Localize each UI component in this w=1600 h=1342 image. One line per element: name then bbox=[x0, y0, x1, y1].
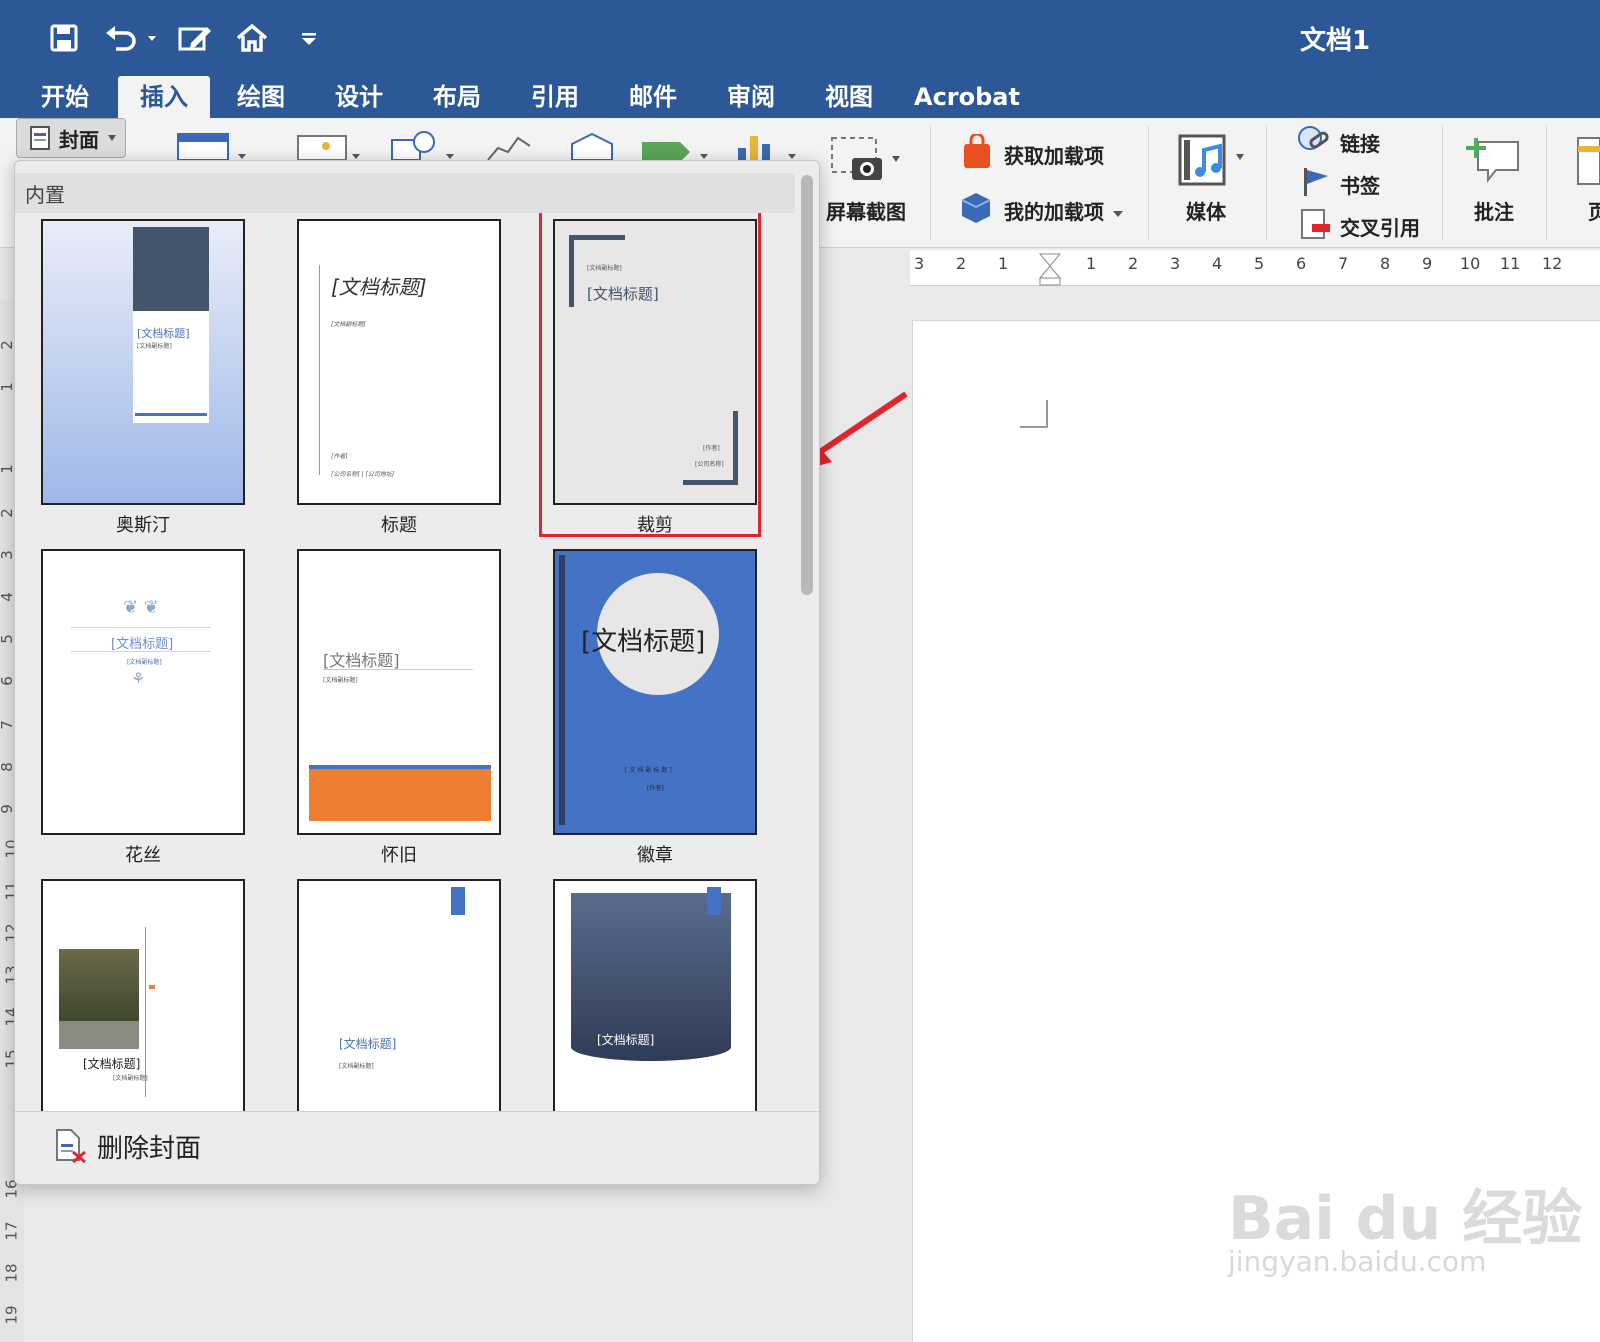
tab-design[interactable]: 设计 bbox=[324, 76, 394, 118]
page-number-icon[interactable] bbox=[1576, 136, 1600, 190]
screenshot-icon[interactable] bbox=[830, 136, 910, 190]
gallery-footer: 删除封面 bbox=[15, 1111, 819, 1184]
ribbon-tabs: 开始 插入 绘图 设计 布局 引用 邮件 审阅 视图 Acrobat bbox=[0, 72, 1600, 118]
cover-label-retrospect: 怀旧 bbox=[381, 845, 417, 866]
remove-cover-icon bbox=[56, 1129, 86, 1164]
cover-thumb-title[interactable]: [文档标题] [文档副标题] [作者] [公司名称] | [公司地址] bbox=[297, 219, 501, 505]
baidu-watermark-url: jingyan.baidu.com bbox=[1228, 1245, 1487, 1278]
comment-label[interactable]: 批注 bbox=[1474, 196, 1514, 225]
horizontal-ruler[interactable]: 3 2 1 1 2 3 4 5 6 7 8 9 10 11 12 bbox=[910, 250, 1600, 286]
cover-page-label: 封面 bbox=[59, 127, 99, 152]
cover-page-button[interactable]: 封面 bbox=[16, 118, 126, 158]
undo-icon[interactable] bbox=[100, 18, 160, 58]
media-icon[interactable] bbox=[1176, 132, 1256, 192]
page-number-label[interactable]: 页 bbox=[1588, 196, 1600, 225]
cover-page-gallery: 内置 [文档标题] [文档副标题] 奥斯汀 [文档标题] [文档副标题] [作者… bbox=[14, 160, 820, 1185]
save-icon[interactable] bbox=[44, 18, 84, 58]
remove-cover-page-button[interactable]: 删除封面 bbox=[53, 1124, 201, 1168]
store-bag-icon[interactable] bbox=[960, 132, 994, 174]
edit-document-icon[interactable] bbox=[174, 18, 216, 58]
baidu-watermark: Bai du 经验 bbox=[1228, 1184, 1583, 1254]
customize-toolbar-icon[interactable] bbox=[294, 18, 324, 58]
tab-acrobat[interactable]: Acrobat bbox=[912, 76, 1022, 118]
gallery-section-header: 内置 bbox=[15, 173, 795, 213]
bookmark-flag-icon[interactable] bbox=[1300, 166, 1332, 202]
home-icon[interactable] bbox=[232, 18, 272, 58]
cover-thumb-filigree[interactable]: ❦ ❦ [文档标题] [文档副标题] ⚘ bbox=[41, 549, 245, 835]
remove-cover-label: 删除封面 bbox=[97, 1133, 202, 1164]
tab-layout[interactable]: 布局 bbox=[422, 76, 492, 118]
my-addins-dropdown-icon[interactable] bbox=[1112, 204, 1124, 223]
tab-view[interactable]: 视图 bbox=[814, 76, 884, 118]
cover-thumb-retrospect[interactable]: [文档标题] [文档副标题] bbox=[297, 549, 501, 835]
cross-reference-label[interactable]: 交叉引用 bbox=[1340, 212, 1420, 241]
cover-label-badge: 徽章 bbox=[637, 845, 673, 866]
tab-review[interactable]: 审阅 bbox=[716, 76, 786, 118]
document-title: 文档1 bbox=[1300, 26, 1371, 56]
tab-references[interactable]: 引用 bbox=[520, 76, 590, 118]
my-addins-label[interactable]: 我的加载项 bbox=[1004, 196, 1104, 225]
selected-cover-highlight bbox=[539, 213, 761, 537]
cover-thumb-ion-light[interactable]: [文档标题] [文档副标题] bbox=[297, 879, 501, 1113]
comment-icon[interactable] bbox=[1466, 134, 1526, 190]
cover-thumb-ion-dark[interactable]: [文档标题] [文档副标题] bbox=[41, 879, 245, 1113]
cover-page-icon bbox=[30, 126, 50, 150]
link-icon[interactable] bbox=[1296, 124, 1332, 160]
cover-thumb-austin[interactable]: [文档标题] [文档副标题] bbox=[41, 219, 245, 505]
tab-draw[interactable]: 绘图 bbox=[226, 76, 296, 118]
gallery-section-title: 内置 bbox=[25, 183, 65, 207]
cover-thumb-motion[interactable]: [文档标题] bbox=[553, 879, 757, 1113]
get-addins-label[interactable]: 获取加载项 bbox=[1004, 140, 1104, 169]
cross-reference-icon[interactable] bbox=[1298, 208, 1332, 244]
indent-marker-icon[interactable] bbox=[1038, 252, 1062, 286]
tab-home[interactable]: 开始 bbox=[30, 76, 100, 118]
tab-mailings[interactable]: 邮件 bbox=[618, 76, 688, 118]
link-label[interactable]: 链接 bbox=[1340, 128, 1380, 157]
gallery-grid: [文档标题] [文档副标题] 奥斯汀 [文档标题] [文档副标题] [作者] [… bbox=[15, 213, 795, 1113]
my-addins-icon[interactable] bbox=[958, 190, 994, 228]
cover-label-austin: 奥斯汀 bbox=[116, 515, 170, 536]
screenshot-label[interactable]: 屏幕截图 bbox=[826, 196, 906, 225]
tab-insert[interactable]: 插入 bbox=[118, 76, 210, 118]
cover-label-title: 标题 bbox=[381, 515, 417, 536]
title-bar: 文档1 开始 插入 绘图 设计 布局 引用 邮件 审阅 视图 Acrobat bbox=[0, 0, 1600, 118]
cover-label-filigree: 花丝 bbox=[125, 845, 161, 866]
media-label[interactable]: 媒体 bbox=[1186, 196, 1226, 225]
cover-thumb-badge[interactable]: [文档标题] [文档副标题] [作者] bbox=[553, 549, 757, 835]
gallery-scrollbar-thumb[interactable] bbox=[801, 175, 813, 595]
chevron-down-icon bbox=[108, 135, 116, 141]
bookmark-label[interactable]: 书签 bbox=[1340, 170, 1380, 199]
margin-corner-mark bbox=[1020, 400, 1048, 428]
